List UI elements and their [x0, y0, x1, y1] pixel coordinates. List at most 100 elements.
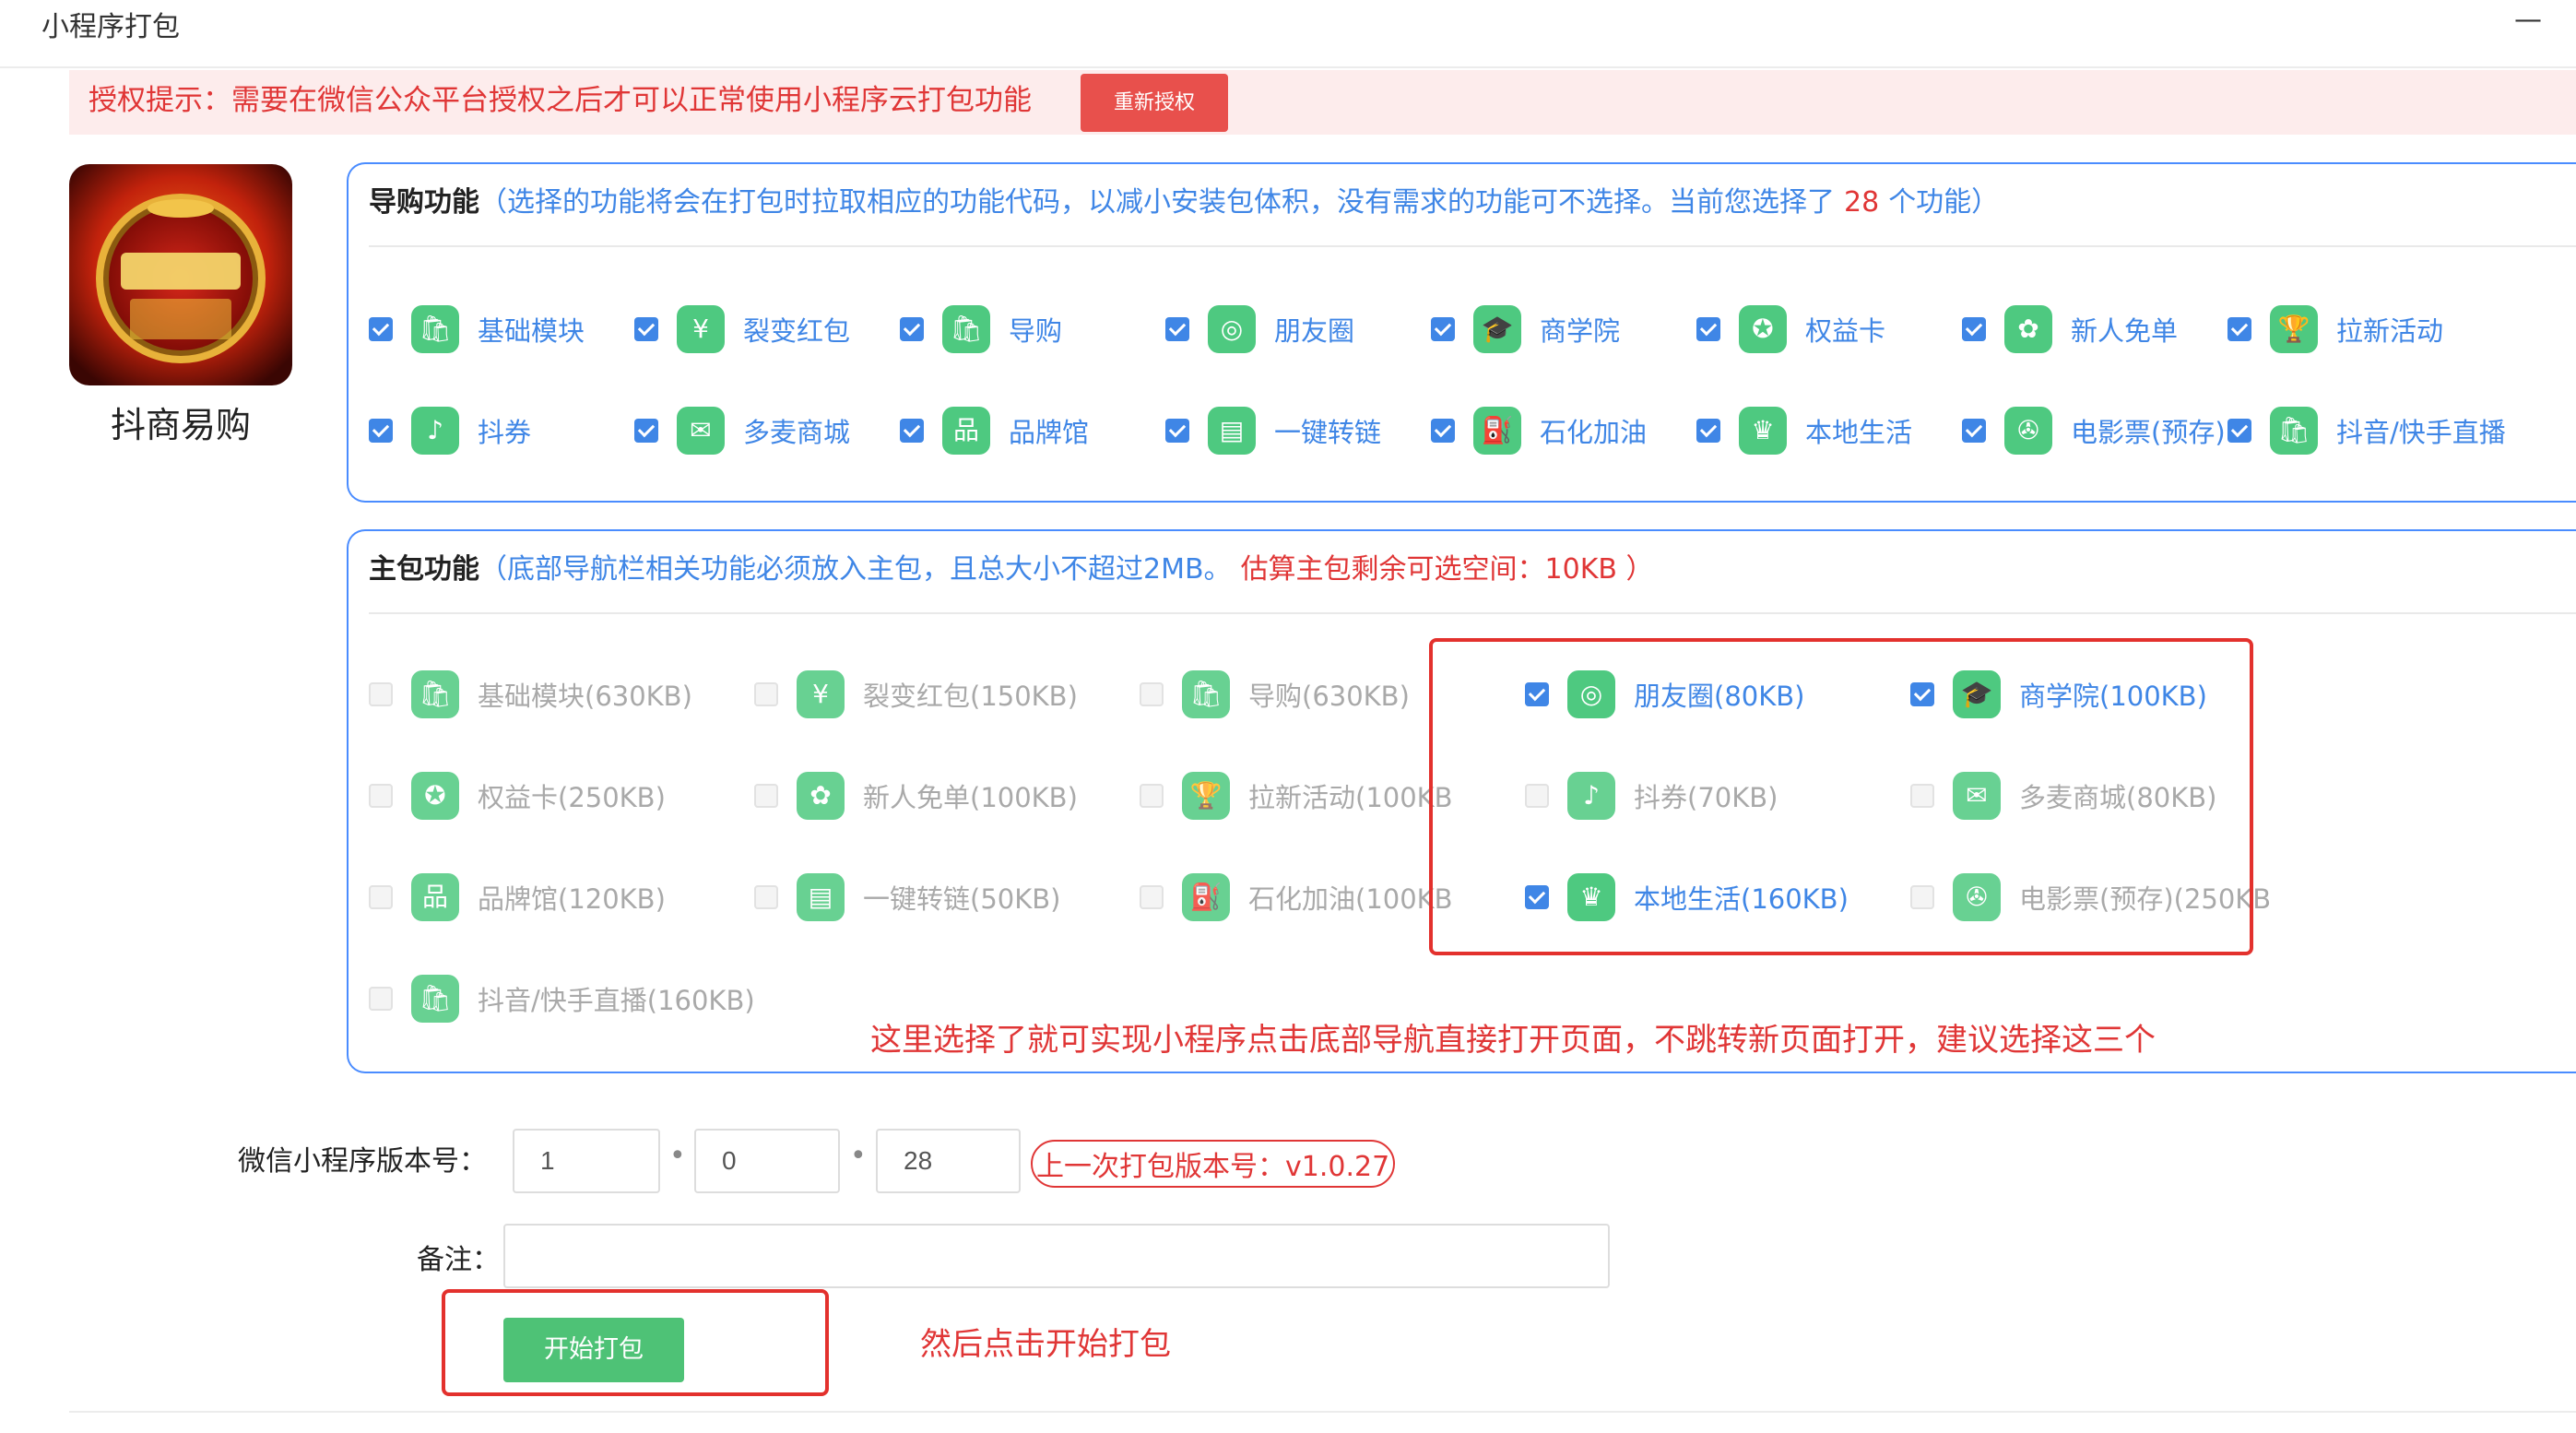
version-patch-input[interactable] [876, 1129, 1021, 1193]
guide-feature-item[interactable]: 🛍 抖音/快手直播 [2227, 404, 2506, 457]
checkbox-checked[interactable] [2227, 419, 2251, 443]
shop-bag-icon: 🛍 [411, 670, 459, 718]
annotation-highlight-box [1429, 638, 2253, 955]
main-package-item[interactable]: ✪ 权益卡(250KB) [369, 769, 666, 823]
guide-feature-item[interactable]: ✉ 多麦商城 [634, 404, 850, 457]
main-package-item[interactable]: ▤ 一键转链(50KB) [754, 870, 1060, 924]
guide-feature-item[interactable]: ✇ 电影票(预存) [1962, 404, 2226, 457]
guide-feature-item[interactable]: ⛽ 石化加油 [1431, 404, 1647, 457]
checkbox-unchecked [1140, 784, 1164, 808]
checkbox-unchecked [369, 987, 393, 1011]
minimize-icon[interactable]: — [2514, 6, 2542, 39]
guide-feature-item-label: 抖券 [478, 417, 532, 448]
main-package-estimate: 估算主包剩余可选空间：10KB ） [1240, 553, 1654, 586]
main-package-item[interactable]: 🛍 导购(630KB) [1140, 668, 1410, 721]
checkbox-checked[interactable] [634, 317, 658, 341]
checkbox-checked[interactable] [1962, 419, 1986, 443]
guide-feature-item-label: 多麦商城 [743, 417, 851, 448]
app-name: 抖商易购 [110, 405, 251, 445]
checkbox-checked[interactable] [369, 317, 393, 341]
graduation-cap-icon: 🎓 [1473, 305, 1521, 353]
guide-features-header: 导购功能（选择的功能将会在打包时拉取相应的功能代码，以减小安装包体积，没有需求的… [369, 183, 1999, 223]
version-separator: • [850, 1140, 867, 1172]
main-package-item[interactable]: 🛍 基础模块(630KB) [369, 668, 692, 721]
guide-feature-item[interactable]: 🎓 商学院 [1431, 302, 1620, 356]
checkbox-unchecked [1140, 682, 1164, 706]
guide-feature-item-label: 石化加油 [1540, 417, 1648, 448]
mail-icon: ✉ [677, 407, 725, 455]
brand-icon: 品 [942, 407, 990, 455]
document-icon: ▤ [797, 873, 845, 921]
main-package-item-label: 石化加油(100KB [1248, 883, 1453, 915]
auth-notice-text: 授权提示：需要在微信公众平台授权之后才可以正常使用小程序云打包功能 [89, 84, 1032, 117]
checkbox-checked[interactable] [634, 419, 658, 443]
badge-icon: ✪ [1739, 305, 1787, 353]
fuel-icon: ⛽ [1182, 873, 1230, 921]
header-divider [0, 66, 2576, 68]
main-package-item[interactable]: ✿ 新人免单(100KB) [754, 769, 1078, 823]
checkbox-unchecked [1140, 885, 1164, 909]
guide-feature-item[interactable]: ◎ 朋友圈 [1165, 302, 1354, 356]
checkbox-checked[interactable] [2227, 317, 2251, 341]
guide-feature-item-label: 本地生活 [1805, 417, 1913, 448]
checkbox-checked[interactable] [369, 419, 393, 443]
guide-feature-item-label: 新人免单 [2071, 315, 2179, 347]
start-packaging-button[interactable]: 开始打包 [503, 1318, 684, 1382]
checkbox-checked[interactable] [1165, 419, 1189, 443]
version-minor-input[interactable] [694, 1129, 840, 1193]
main-package-item-label: 新人免单(100KB) [863, 782, 1078, 813]
checkbox-checked[interactable] [1696, 317, 1720, 341]
guide-feature-item[interactable]: ▤ 一键转链 [1165, 404, 1381, 457]
version-major-input[interactable] [513, 1129, 660, 1193]
main-package-title: 主包功能 [369, 553, 479, 586]
checkbox-unchecked [754, 784, 778, 808]
guide-feature-item[interactable]: 🛍 导购 [900, 302, 1062, 356]
shop-bag-icon: 🛍 [411, 305, 459, 353]
version-label: 微信小程序版本号： [238, 1145, 487, 1178]
guide-feature-item[interactable]: ✪ 权益卡 [1696, 302, 1885, 356]
main-package-item[interactable]: ¥ 裂变红包(150KB) [754, 668, 1078, 721]
trophy-icon: 🏆 [1182, 772, 1230, 820]
guide-feature-item-label: 电影票(预存) [2071, 417, 2226, 448]
guide-features-desc-suffix: 个功能） [1888, 186, 2000, 219]
remark-input[interactable] [503, 1224, 1610, 1288]
guide-feature-item-label: 基础模块 [478, 315, 585, 347]
window-title: 小程序打包 [41, 11, 180, 43]
gift-icon: ✿ [2004, 305, 2052, 353]
trophy-icon: 🏆 [2270, 305, 2318, 353]
checkbox-checked[interactable] [1962, 317, 1986, 341]
guide-feature-item-label: 裂变红包 [743, 315, 851, 347]
shop-bag-icon: 🛍 [1182, 670, 1230, 718]
shop-bag-icon: 🛍 [2270, 407, 2318, 455]
app-logo-icon [69, 164, 292, 385]
guide-feature-item[interactable]: 🏆 拉新活动 [2227, 302, 2443, 356]
main-package-item-label: 导购(630KB) [1248, 681, 1410, 712]
crown-icon: ♛ [1739, 407, 1787, 455]
reauthorize-button[interactable]: 重新授权 [1081, 74, 1228, 132]
guide-feature-item[interactable]: ♪ 抖券 [369, 404, 531, 457]
main-package-item[interactable]: 🏆 拉新活动(100KB [1140, 769, 1453, 823]
guide-feature-item[interactable]: ¥ 裂变红包 [634, 302, 850, 356]
main-package-item-label: 品牌馆(120KB) [478, 883, 666, 915]
guide-feature-item[interactable]: ♛ 本地生活 [1696, 404, 1912, 457]
guide-feature-item[interactable]: 🛍 基础模块 [369, 302, 585, 356]
guide-feature-item[interactable]: 品品牌馆 [900, 404, 1089, 457]
red-packet-icon: ¥ [677, 305, 725, 353]
checkbox-checked[interactable] [1431, 317, 1455, 341]
guide-feature-item-label: 朋友圈 [1274, 315, 1355, 347]
version-separator: • [669, 1140, 686, 1172]
film-reel-icon: ✇ [2004, 407, 2052, 455]
checkbox-checked[interactable] [900, 317, 924, 341]
checkbox-checked[interactable] [900, 419, 924, 443]
guide-features-title: 导购功能 [369, 186, 479, 219]
checkbox-checked[interactable] [1431, 419, 1455, 443]
guide-feature-item-label: 一键转链 [1274, 417, 1382, 448]
checkbox-checked[interactable] [1696, 419, 1720, 443]
guide-feature-item[interactable]: ✿ 新人免单 [1962, 302, 2178, 356]
main-package-item[interactable]: ⛽ 石化加油(100KB [1140, 870, 1453, 924]
main-package-item[interactable]: 品品牌馆(120KB) [369, 870, 666, 924]
checkbox-checked[interactable] [1165, 317, 1189, 341]
brand-icon: 品 [411, 873, 459, 921]
main-package-item[interactable]: 🛍 抖音/快手直播(160KB) [369, 972, 755, 1025]
annotation-start-hint: 然后点击开始打包 [920, 1326, 1171, 1363]
